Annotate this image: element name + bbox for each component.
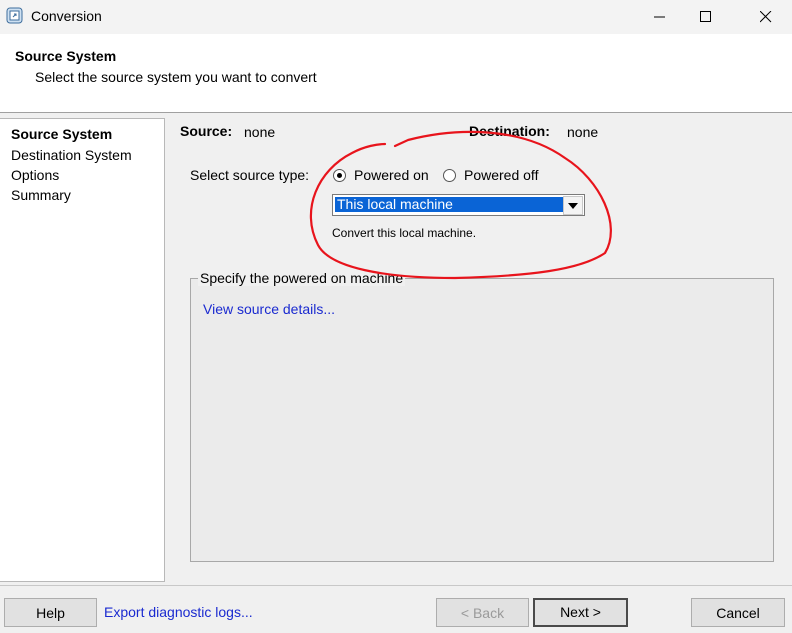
source-machine-selected: This local machine bbox=[335, 197, 564, 212]
wizard-nav: Source System Destination System Options… bbox=[0, 118, 165, 582]
close-icon bbox=[760, 11, 772, 23]
source-label: Source: bbox=[180, 123, 233, 139]
next-button[interactable]: Next > bbox=[533, 598, 628, 627]
maximize-button[interactable] bbox=[682, 0, 728, 34]
powered-off-label[interactable]: Powered off bbox=[464, 167, 538, 183]
source-value: none bbox=[244, 124, 276, 140]
destination-value: none bbox=[567, 124, 599, 140]
group-title: Specify the powered on machine bbox=[198, 270, 406, 286]
export-logs-link[interactable]: Export diagnostic logs... bbox=[104, 604, 253, 620]
nav-item-source-system[interactable]: Source System bbox=[11, 126, 112, 142]
title-bar: Conversion bbox=[0, 0, 792, 34]
window-title: Conversion bbox=[31, 8, 102, 24]
page-title: Source System bbox=[15, 48, 117, 64]
chevron-down-icon[interactable] bbox=[563, 196, 583, 215]
powered-on-radio[interactable] bbox=[333, 169, 346, 182]
minimize-icon bbox=[654, 16, 665, 18]
powered-on-label[interactable]: Powered on bbox=[354, 167, 429, 183]
source-type-label: Select source type: bbox=[190, 167, 310, 183]
minimize-button[interactable] bbox=[636, 0, 682, 34]
view-source-details-link[interactable]: View source details... bbox=[203, 301, 335, 317]
nav-item-summary[interactable]: Summary bbox=[11, 187, 71, 203]
source-machine-select[interactable]: This local machine bbox=[332, 194, 585, 216]
source-machine-description: Convert this local machine. bbox=[332, 226, 477, 240]
destination-label: Destination: bbox=[469, 123, 550, 139]
powered-on-machine-group bbox=[190, 278, 774, 562]
powered-off-radio[interactable] bbox=[443, 169, 456, 182]
cancel-button[interactable]: Cancel bbox=[691, 598, 785, 627]
help-button[interactable]: Help bbox=[4, 598, 97, 627]
converter-app-icon bbox=[6, 7, 24, 25]
maximize-icon bbox=[700, 11, 711, 22]
footer-divider bbox=[0, 585, 792, 586]
nav-item-options[interactable]: Options bbox=[11, 167, 59, 183]
page-subtitle: Select the source system you want to con… bbox=[35, 69, 317, 85]
back-button[interactable]: < Back bbox=[436, 598, 529, 627]
nav-item-destination-system[interactable]: Destination System bbox=[11, 147, 132, 163]
wizard-header: Source System Select the source system y… bbox=[0, 34, 792, 113]
close-button[interactable] bbox=[742, 0, 788, 34]
